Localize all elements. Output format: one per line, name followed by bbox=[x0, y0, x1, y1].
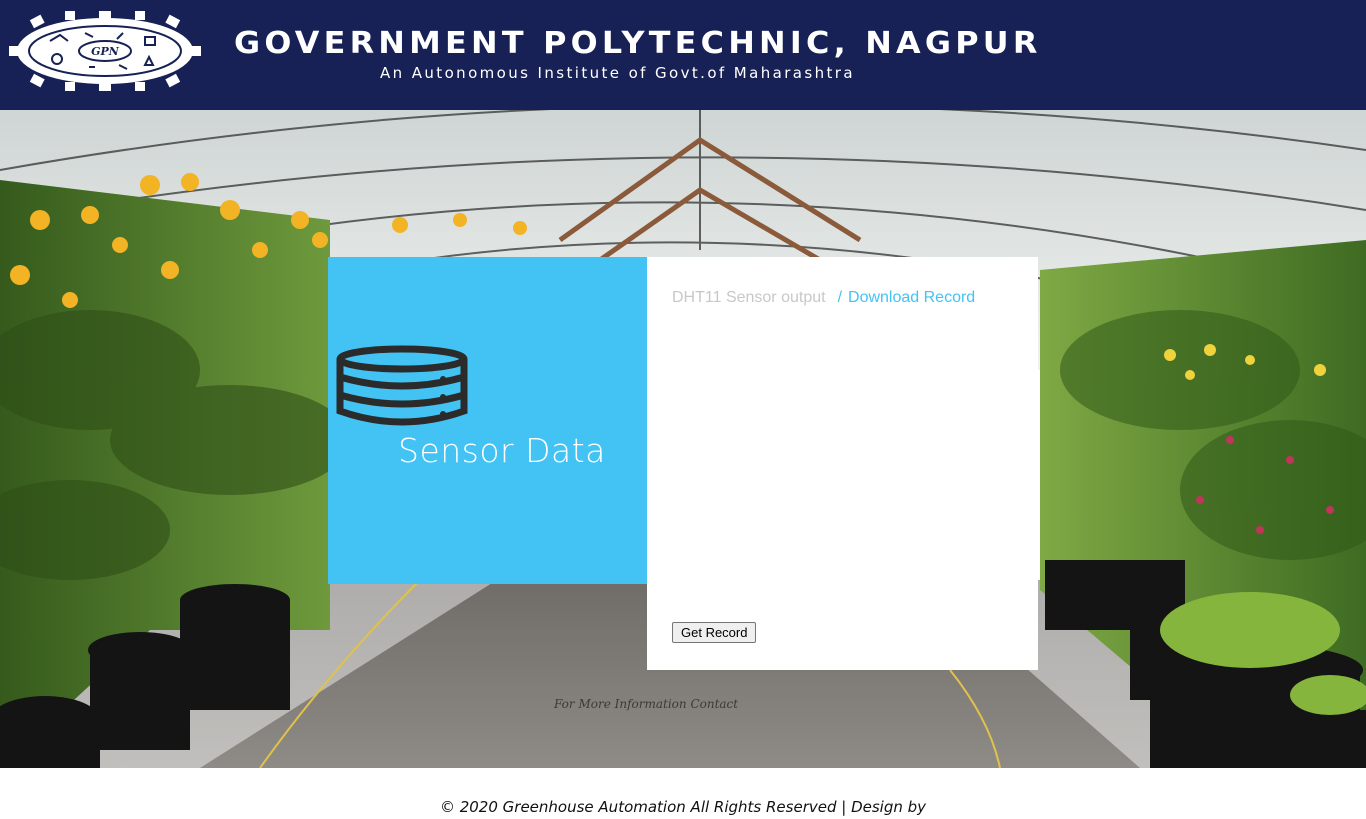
contact-info-text: For More Information Contact bbox=[554, 697, 739, 711]
breadcrumb: DHT11 Sensor output / Download Record bbox=[672, 289, 975, 307]
sensor-record-panel: DHT11 Sensor output / Download Record Get … bbox=[647, 257, 1038, 670]
gpn-logo: GPN bbox=[9, 11, 201, 91]
breadcrumb-current: DHT11 Sensor output bbox=[672, 289, 826, 306]
download-record-link[interactable]: Download Record bbox=[848, 289, 975, 306]
database-icon bbox=[336, 345, 468, 426]
sensor-data-panel: Sensor Data bbox=[328, 257, 647, 584]
institute-name: GOVERNMENT POLYTECHNIC, NAGPUR bbox=[234, 26, 1042, 61]
get-record-button[interactable]: Get Record bbox=[672, 622, 757, 643]
institute-subtitle: An Autonomous Institute of Govt.of Mahar… bbox=[380, 64, 855, 82]
panel-title: Sensor Data bbox=[398, 431, 606, 470]
breadcrumb-separator: / bbox=[837, 289, 843, 306]
copyright-text: © 2020 Greenhouse Automation All Rights … bbox=[439, 798, 927, 816]
site-footer: © 2020 Greenhouse Automation All Rights … bbox=[0, 768, 1366, 819]
site-header: GPN GOVERNMENT POLYTECHNIC, NAGPUR An Au… bbox=[0, 0, 1366, 110]
svg-text:GPN: GPN bbox=[91, 45, 120, 58]
